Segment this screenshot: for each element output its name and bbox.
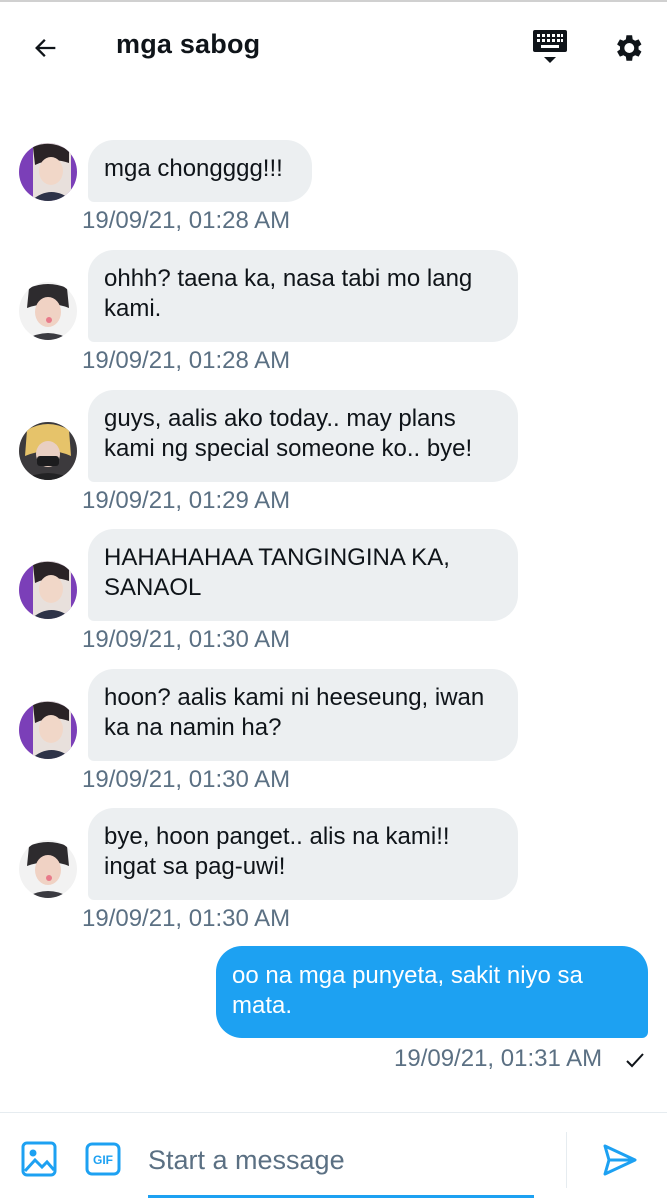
message-bubble[interactable]: mga chongggg!!! bbox=[88, 140, 312, 202]
message-input[interactable] bbox=[148, 1132, 538, 1188]
message-bubble[interactable]: guys, aalis ako today.. may plans kami n… bbox=[88, 390, 518, 482]
message-timestamp: 19/09/21, 01:28 AM bbox=[82, 347, 291, 374]
message-bubble[interactable]: HAHAHAHAA TANGINGINA KA, SANAOL bbox=[88, 529, 518, 621]
message-timestamp: 19/09/21, 01:30 AM bbox=[82, 766, 291, 793]
arrow-left-icon bbox=[35, 39, 56, 57]
sent-check-icon bbox=[626, 1053, 644, 1068]
message-text: ohhh? taena ka, nasa tabi mo lang kami. bbox=[104, 265, 473, 322]
message-text: HAHAHAHAA TANGINGINA KA, SANAOL bbox=[104, 544, 450, 601]
message-timestamp: 19/09/21, 01:28 AM bbox=[82, 207, 291, 234]
avatar-photo-icon bbox=[19, 561, 77, 619]
avatar[interactable] bbox=[19, 282, 77, 340]
back-button[interactable] bbox=[26, 30, 66, 66]
avatar-photo-icon bbox=[19, 840, 77, 898]
avatar[interactable] bbox=[19, 840, 77, 898]
settings-button[interactable] bbox=[608, 28, 648, 68]
message-text: hoon? aalis kami ni heeseung, iwan ka na… bbox=[104, 684, 485, 741]
message-bubble[interactable]: ohhh? taena ka, nasa tabi mo lang kami. bbox=[88, 250, 518, 342]
outgoing-message-bubble[interactable]: oo na mga punyeta, sakit niyo sa mata. bbox=[216, 946, 648, 1038]
gear-icon bbox=[617, 35, 642, 61]
avatar-photo-icon bbox=[19, 282, 77, 340]
avatar[interactable] bbox=[19, 561, 77, 619]
svg-text:GIF: GIF bbox=[93, 1153, 113, 1167]
avatar[interactable] bbox=[19, 701, 77, 759]
chat-header: mga sabog bbox=[0, 2, 667, 92]
conversation-title: mga sabog bbox=[116, 29, 261, 59]
message-text: bye, hoon panget.. alis na kami!! ingat … bbox=[104, 823, 450, 880]
keyboard-button[interactable] bbox=[528, 28, 572, 68]
message-text: guys, aalis ako today.. may plans kami n… bbox=[104, 405, 473, 462]
avatar-photo-icon bbox=[19, 143, 77, 201]
image-icon bbox=[21, 1141, 57, 1177]
message-timestamp: 19/09/21, 01:30 AM bbox=[82, 905, 291, 932]
send-divider bbox=[566, 1132, 567, 1188]
message-text: oo na mga punyeta, sakit niyo sa mata. bbox=[232, 962, 583, 1019]
message-timestamp: 19/09/21, 01:30 AM bbox=[82, 626, 291, 653]
message-timestamp: 19/09/21, 01:31 AM bbox=[394, 1045, 603, 1072]
gif-icon: GIF bbox=[85, 1142, 121, 1176]
send-icon bbox=[603, 1144, 637, 1176]
message-bubble[interactable]: bye, hoon panget.. alis na kami!! ingat … bbox=[88, 808, 518, 900]
input-focus-underline bbox=[148, 1195, 534, 1198]
message-bubble[interactable]: hoon? aalis kami ni heeseung, iwan ka na… bbox=[88, 669, 518, 761]
keyboard-icon bbox=[533, 30, 567, 63]
add-image-button[interactable] bbox=[20, 1140, 58, 1178]
avatar-photo-icon bbox=[19, 422, 77, 480]
avatar-photo-icon bbox=[19, 701, 77, 759]
send-button[interactable] bbox=[600, 1140, 640, 1180]
add-gif-button[interactable]: GIF bbox=[84, 1140, 122, 1178]
message-timestamp: 19/09/21, 01:29 AM bbox=[82, 487, 291, 514]
avatar[interactable] bbox=[19, 143, 77, 201]
composer-divider bbox=[0, 1112, 667, 1113]
message-text: mga chongggg!!! bbox=[104, 155, 283, 182]
avatar[interactable] bbox=[19, 422, 77, 480]
